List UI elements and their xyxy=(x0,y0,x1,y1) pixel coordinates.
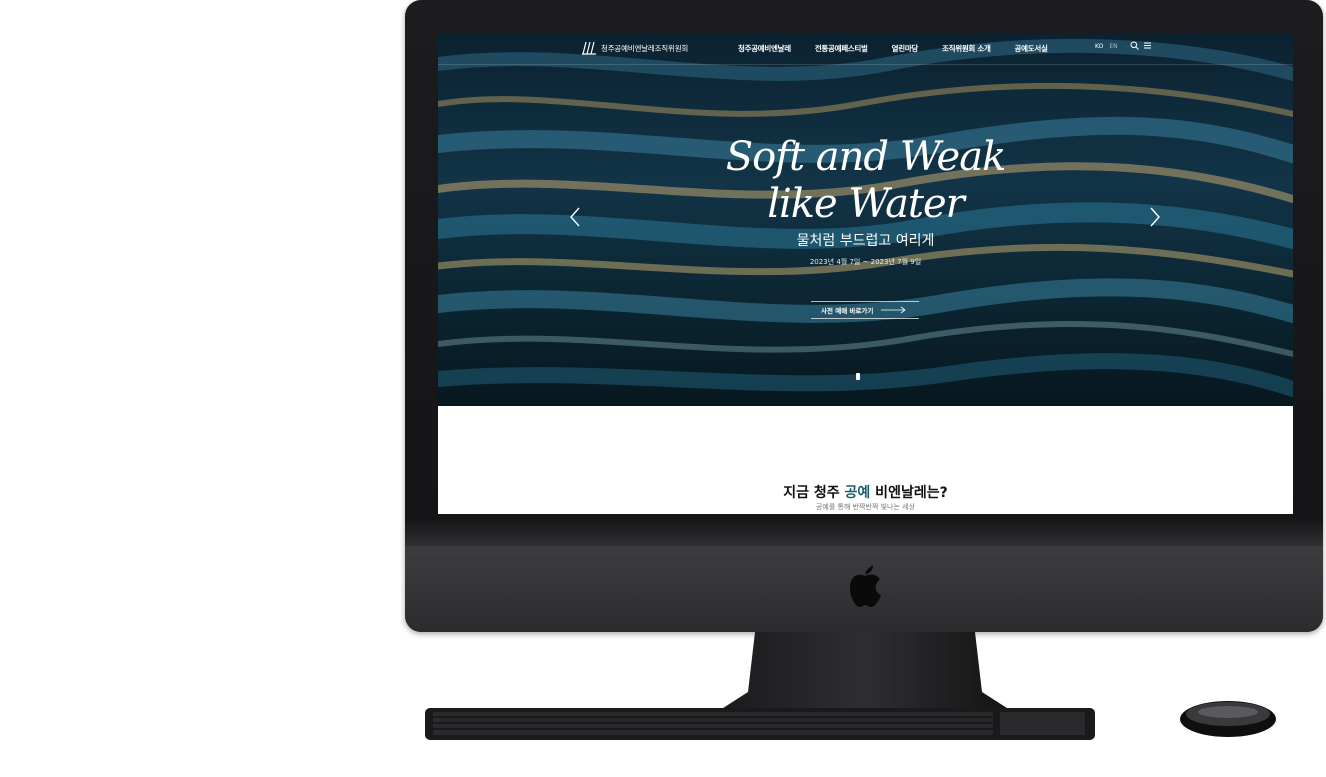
screen: 청주공예비엔날레조직위원회 청주공예비엔날레 전통공예페스티벌 열린마당 조직위… xyxy=(438,34,1293,514)
lang-ko[interactable]: KO xyxy=(1095,43,1103,50)
nav-item-biennale[interactable]: 청주공예비엔날레 xyxy=(738,43,791,54)
intro-title-part: 지금 청주 xyxy=(783,485,845,501)
nav-item-committee[interactable]: 조직위원회 소개 xyxy=(942,43,991,54)
hero-dates: 2023년 4월 7일 ~ 2023년 7월 9일 xyxy=(809,258,922,266)
presale-button[interactable]: 사전 예매 바로가기 xyxy=(811,301,919,319)
intro-section: 지금 청주 공예 비엔날레는? 공예를 통해 반짝반짝 빛나는 세상 xyxy=(438,406,1293,514)
search-icon[interactable] xyxy=(1130,41,1139,50)
imac-stand xyxy=(720,632,1010,710)
slider-pagination-dot[interactable] xyxy=(856,373,860,380)
nav-item-festival[interactable]: 전통공예페스티벌 xyxy=(815,43,868,54)
chevron-left-icon[interactable] xyxy=(568,206,582,228)
chevron-right-icon[interactable] xyxy=(1148,206,1162,228)
logo-mark-icon xyxy=(582,41,596,55)
keyboard xyxy=(425,708,1095,740)
hero-subtitle: 물처럼 부드럽고 여리게 xyxy=(796,233,935,249)
intro-title-accent: 공예 xyxy=(844,485,871,501)
arrow-right-icon xyxy=(881,306,906,314)
presale-button-label: 사전 예매 바로가기 xyxy=(821,307,874,315)
intro-subtitle: 공예를 통해 반짝반짝 빛나는 세상 xyxy=(815,503,916,511)
hero-headline-line1: Soft and Weak xyxy=(725,134,1007,180)
lang-en[interactable]: EN xyxy=(1109,43,1117,50)
intro-title: 지금 청주 공예 비엔날레는? xyxy=(438,482,1293,502)
hero-headline-line2: like Water xyxy=(767,181,965,227)
main-menu: 청주공예비엔날레 전통공예페스티벌 열린마당 조직위원회 소개 공예도서실 xyxy=(738,43,1072,54)
header-tools xyxy=(1130,41,1152,50)
hero-headline: Soft and Weak like Water xyxy=(438,134,1293,228)
intro-title-part: 비엔날레는? xyxy=(870,485,948,501)
language-switcher: KO EN xyxy=(1095,43,1118,50)
mouse xyxy=(1180,701,1276,737)
nav-item-library[interactable]: 공예도서실 xyxy=(1015,43,1048,54)
site-logo[interactable]: 청주공예비엔날레조직위원회 xyxy=(581,41,688,55)
nav-item-open-forum[interactable]: 열린마당 xyxy=(892,43,919,54)
menu-icon[interactable] xyxy=(1143,41,1152,50)
global-navigation: 청주공예비엔날레조직위원회 청주공예비엔날레 전통공예페스티벌 열린마당 조직위… xyxy=(438,34,1293,65)
logo-text: 청주공예비엔날레조직위원회 xyxy=(601,43,689,53)
apple-logo-icon xyxy=(850,565,881,607)
hero-slider: 청주공예비엔날레조직위원회 청주공예비엔날레 전통공예페스티벌 열린마당 조직위… xyxy=(438,34,1293,406)
